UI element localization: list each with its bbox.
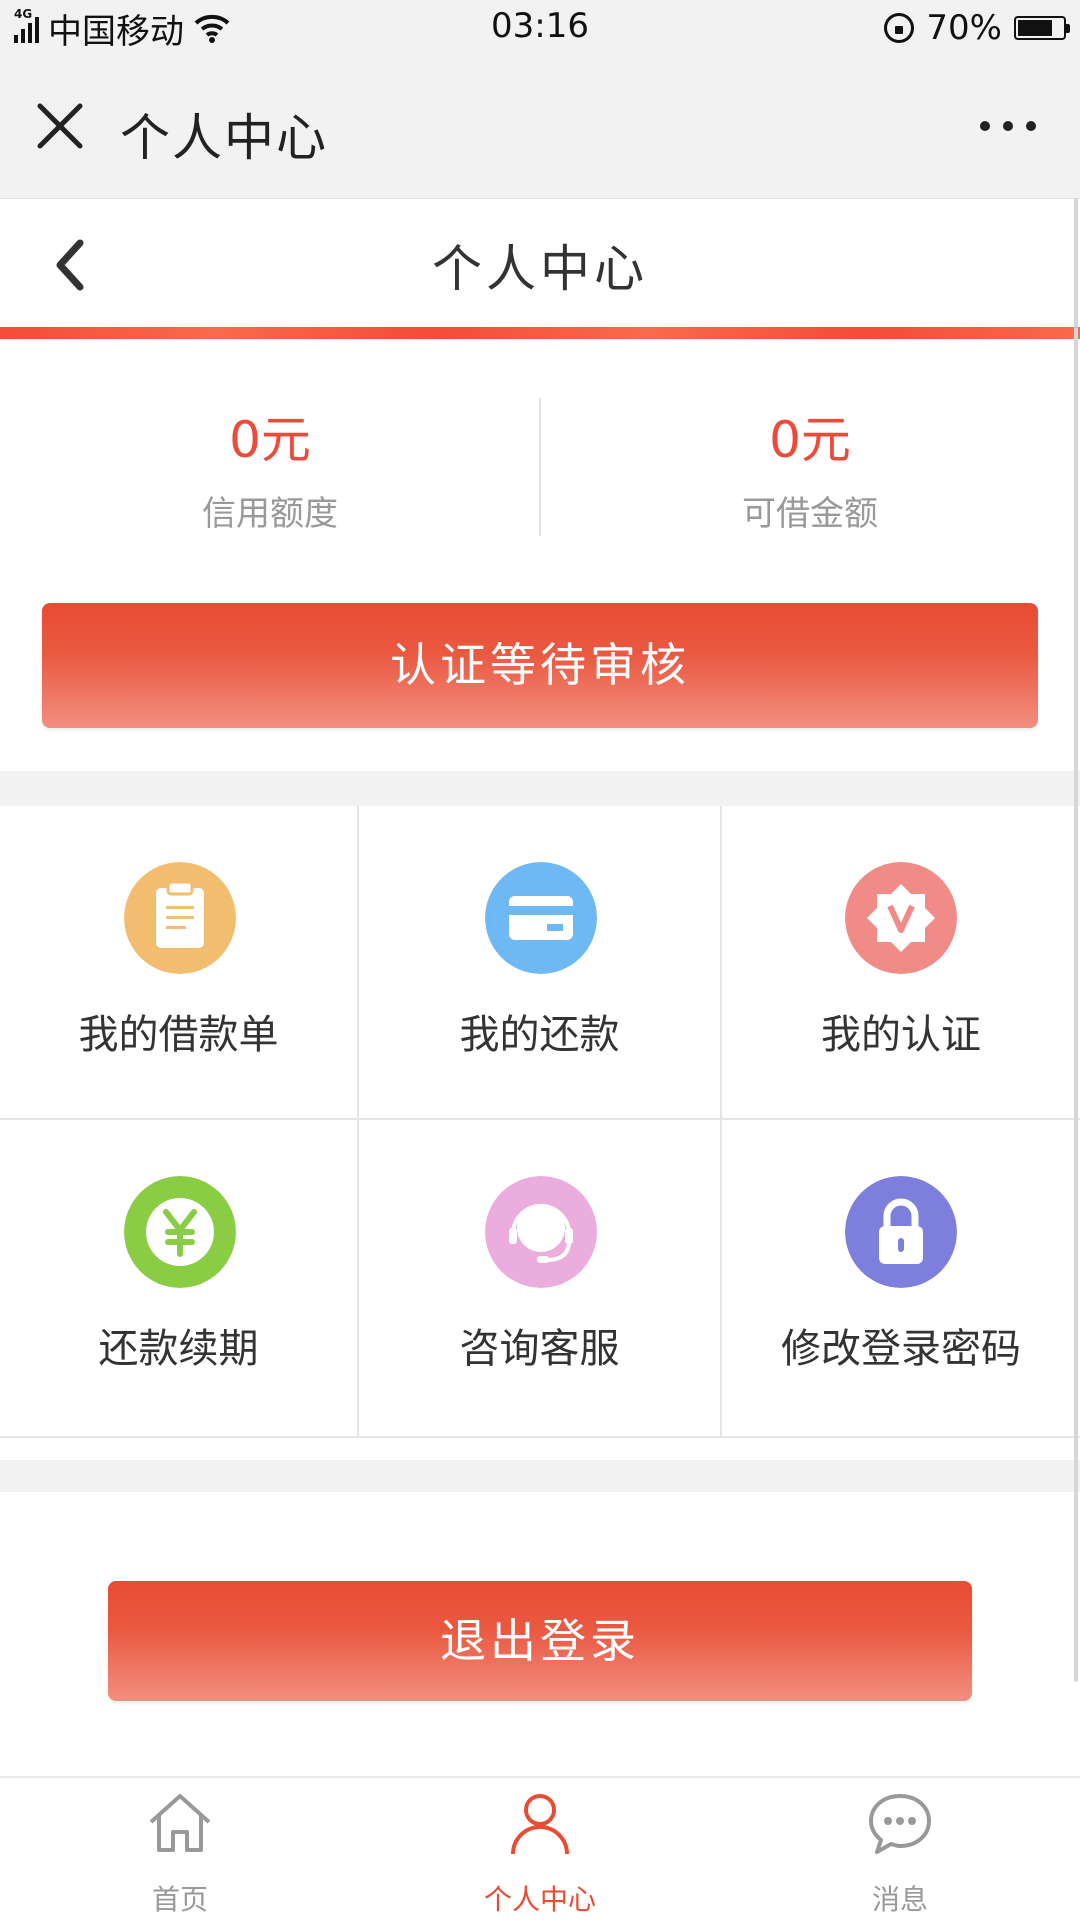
grid-item-customer-service[interactable]: 咨询客服	[359, 1120, 722, 1438]
grid-item-change-password[interactable]: 修改登录密码	[722, 1120, 1080, 1438]
page-title: 个人中心	[432, 240, 648, 298]
grid-item-label: 我的借款单	[78, 1012, 279, 1058]
logout-button[interactable]: 退出登录	[108, 1581, 972, 1701]
credit-limit-value: 0元	[229, 411, 311, 469]
tab-label: 首页	[151, 1883, 208, 1916]
grid-item-my-loans[interactable]: 我的借款单	[0, 806, 359, 1120]
tab-label: 消息	[871, 1883, 928, 1916]
grid-item-my-repayment[interactable]: 我的还款	[359, 806, 722, 1120]
wechat-title-bar: 个人中心	[0, 56, 1080, 199]
battery-percent: 70%	[926, 8, 1002, 48]
page-header: 个人中心	[0, 199, 1080, 327]
chat-icon	[869, 1794, 931, 1854]
wechat-title: 个人中心	[120, 109, 328, 167]
grid-item-my-verification[interactable]: 我的认证	[722, 806, 1080, 1120]
yen-icon	[124, 1176, 236, 1288]
rotation-lock-icon	[884, 13, 915, 43]
tab-label: 个人中心	[483, 1883, 596, 1916]
battery-icon	[1014, 16, 1070, 40]
available-amount: 0元 可借金额	[540, 400, 1080, 535]
grid-item-renewal[interactable]: 还款续期	[0, 1120, 359, 1438]
status-bar: 4G 中国移动 03:16 70%	[0, 0, 1080, 56]
grid-item-label: 咨询客服	[459, 1326, 620, 1372]
badge-v-icon	[845, 862, 957, 974]
grid-item-label: 我的认证	[821, 1012, 981, 1058]
status-right: 70%	[884, 8, 1070, 48]
tab-messages[interactable]: 消息	[720, 1778, 1080, 1922]
tab-personal-center[interactable]: 个人中心	[360, 1778, 720, 1922]
available-amount-label: 可借金额	[742, 494, 878, 534]
function-grid: 我的借款单 我的还款 我的认证 还款续期 咨询客服 修改登录密码	[0, 806, 1080, 1438]
more-icon[interactable]	[980, 118, 1036, 134]
clipboard-icon	[124, 862, 236, 974]
home-icon	[149, 1794, 211, 1852]
grid-item-label: 修改登录密码	[781, 1326, 1021, 1372]
section-gap	[0, 771, 1080, 806]
tab-home[interactable]: 首页	[0, 1778, 360, 1922]
grid-item-label: 我的还款	[459, 1012, 620, 1058]
credit-limit-label: 信用额度	[202, 494, 338, 534]
card-icon	[485, 862, 597, 974]
scrollbar[interactable]	[1074, 198, 1078, 1682]
bottom-tab-bar: 首页 个人中心 消息	[0, 1776, 1080, 1922]
grid-item-label: 还款续期	[98, 1326, 259, 1372]
close-icon[interactable]	[34, 100, 86, 152]
lock-icon	[845, 1176, 957, 1288]
credit-limit: 0元 信用额度	[0, 400, 540, 535]
available-amount-value: 0元	[769, 411, 851, 469]
headset-icon	[485, 1176, 597, 1288]
verify-pending-button[interactable]: 认证等待审核	[42, 603, 1038, 728]
section-gap	[0, 1460, 1080, 1492]
header-red-stripe	[0, 327, 1080, 339]
person-icon	[511, 1794, 569, 1855]
